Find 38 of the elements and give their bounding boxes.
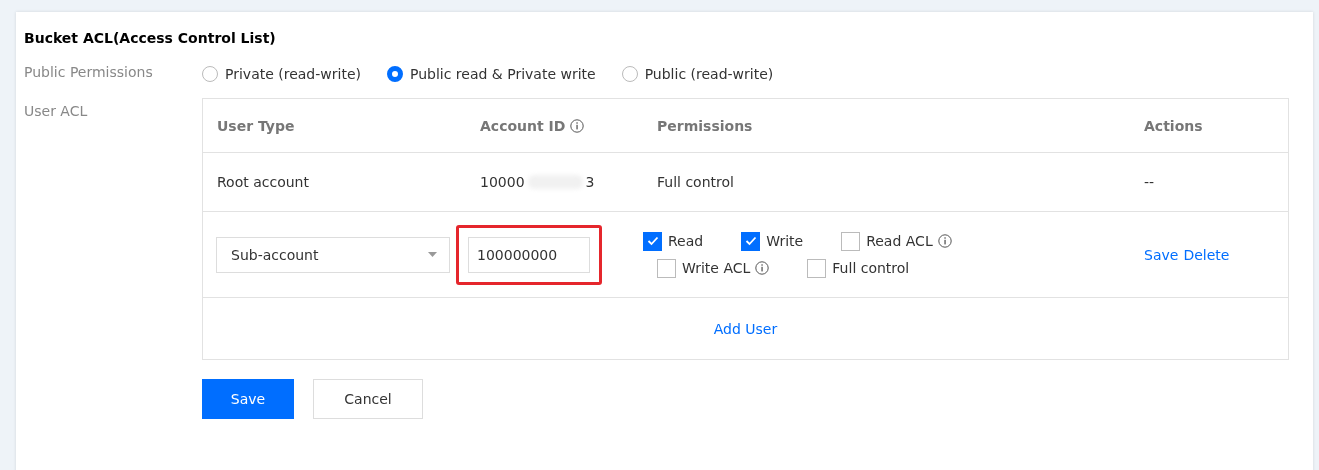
table-cell: 10000 [480,174,525,190]
info-icon [755,261,770,275]
caret-icon [428,252,437,257]
column-header: Account ID [480,117,566,134]
permission-label: Full control [832,260,910,276]
user-type-dropdown[interactable]: Sub-account [216,236,450,273]
save-button[interactable]: Save [202,379,294,419]
permission-checkbox[interactable]: Write ACL [657,258,770,278]
action-link[interactable]: Delete [1183,246,1230,263]
radio-option[interactable]: Private (read-write) [202,66,361,82]
cancel-button[interactable]: Cancel [313,379,423,419]
table-cell: Root account [217,174,309,190]
radio-option[interactable]: Public read & Private write [386,66,596,82]
permission-label: Write [766,233,804,249]
info-icon [570,118,585,133]
column-header: Actions [1144,117,1203,134]
table-cell: 3 [585,174,595,190]
field-label: Public Permissions [24,63,154,80]
account-id-input[interactable]: 100000000 [468,236,590,273]
permission-label: Read [668,233,704,249]
permission-checkbox[interactable]: Full control [807,258,910,278]
permission-checkbox[interactable]: Read [643,231,704,251]
permission-checkbox[interactable]: Write [741,231,804,251]
field-label: User ACL [24,102,89,119]
action-link[interactable]: Save [1144,246,1179,263]
permission-checkbox[interactable]: Read ACL [841,231,952,251]
info-icon [937,234,952,248]
column-header: Permissions [657,117,753,134]
table-cell: Full control [657,174,734,190]
add-user-link[interactable]: Add User [713,320,778,337]
permission-label: Write ACL [682,260,751,276]
permission-label: Read ACL [866,233,933,249]
check-icon [646,236,659,246]
radio-option[interactable]: Public (read-write) [621,66,774,82]
table-cell: -- [1144,174,1155,190]
column-header: User Type [217,117,295,134]
check-icon [744,236,757,246]
section-title: Bucket ACL(Access Control List) [24,30,277,46]
